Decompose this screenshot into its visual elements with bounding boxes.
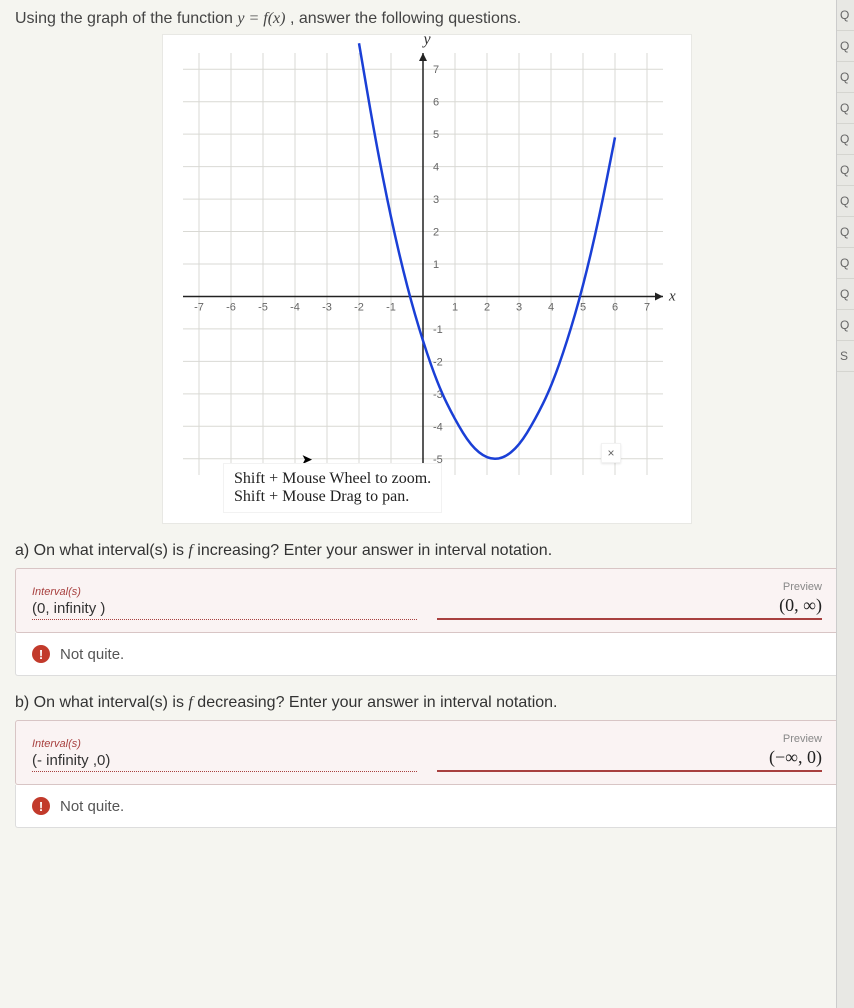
part-b-feedback-text: Not quite.	[60, 798, 124, 815]
svg-text:2: 2	[484, 301, 490, 313]
part-b-field-title: Interval(s)	[32, 738, 417, 750]
nav-item[interactable]: Q	[837, 62, 854, 93]
part-a-field-title: Interval(s)	[32, 586, 417, 598]
nav-item[interactable]: Q	[837, 310, 854, 341]
nav-item[interactable]: Q	[837, 155, 854, 186]
svg-text:-1: -1	[433, 324, 443, 336]
nav-item[interactable]: Q	[837, 0, 854, 31]
svg-text:-7: -7	[194, 301, 204, 313]
part-a-preview-value: (0, ∞)	[437, 595, 822, 620]
part-b-preview-value: (−∞, 0)	[437, 747, 822, 772]
part-a-feedback-text: Not quite.	[60, 646, 124, 663]
nav-item[interactable]: Q	[837, 31, 854, 62]
nav-item[interactable]: Q	[837, 248, 854, 279]
part-a-input[interactable]: (0, infinity )	[32, 600, 417, 620]
svg-text:-2: -2	[433, 356, 443, 368]
svg-text:6: 6	[433, 97, 439, 109]
svg-text:2: 2	[433, 227, 439, 239]
nav-item[interactable]: Q	[837, 279, 854, 310]
hint-pan: Shift + Mouse Drag to pan.	[234, 488, 431, 506]
y-axis-label: y	[423, 31, 430, 49]
svg-text:3: 3	[433, 194, 439, 206]
part-a-answer-card: Interval(s) (0, infinity ) Preview (0, ∞…	[15, 568, 839, 633]
error-icon: !	[32, 645, 50, 663]
part-b-answer-card: Interval(s) (- infinity ,0) Preview (−∞,…	[15, 720, 839, 785]
part-a-label: a) On what interval(s) is f increasing? …	[15, 542, 839, 560]
svg-text:-6: -6	[226, 301, 236, 313]
svg-text:-1: -1	[386, 301, 396, 313]
svg-text:7: 7	[433, 64, 439, 76]
svg-text:-4: -4	[433, 421, 443, 433]
part-b-input[interactable]: (- infinity ,0)	[32, 752, 417, 772]
svg-text:-5: -5	[258, 301, 268, 313]
nav-item[interactable]: S	[837, 341, 854, 372]
svg-text:5: 5	[433, 129, 439, 141]
zoom-pan-hint: Shift + Mouse Wheel to zoom. Shift + Mou…	[223, 463, 442, 513]
question-prompt: Using the graph of the function y = f(x)…	[15, 10, 839, 28]
svg-text:1: 1	[433, 259, 439, 271]
graph-panel[interactable]: y -7-6-5-4-3-2-11234567-5-4-3-2-11234567…	[162, 34, 692, 524]
svg-text:5: 5	[580, 301, 586, 313]
svg-text:7: 7	[644, 301, 650, 313]
graph-plot[interactable]: -7-6-5-4-3-2-11234567-5-4-3-2-11234567x	[163, 35, 693, 495]
prompt-suffix: , answer the following questions.	[290, 10, 521, 27]
nav-item[interactable]: Q	[837, 217, 854, 248]
part-a-preview-label: Preview	[783, 581, 822, 593]
hint-zoom: Shift + Mouse Wheel to zoom.	[234, 470, 431, 488]
svg-text:6: 6	[612, 301, 618, 313]
prompt-func: y = f(x)	[237, 10, 285, 27]
close-icon[interactable]: ×	[601, 443, 621, 463]
prompt-prefix: Using the graph of the function	[15, 10, 237, 27]
svg-text:3: 3	[516, 301, 522, 313]
svg-text:x: x	[668, 288, 676, 304]
svg-text:-4: -4	[290, 301, 300, 313]
part-b-preview-label: Preview	[783, 733, 822, 745]
nav-item[interactable]: Q	[837, 124, 854, 155]
svg-text:4: 4	[433, 162, 439, 174]
nav-item[interactable]: Q	[837, 186, 854, 217]
svg-text:-3: -3	[322, 301, 332, 313]
error-icon: !	[32, 797, 50, 815]
svg-text:-2: -2	[354, 301, 364, 313]
question-nav-rail[interactable]: QQQQQQQQQQQS	[836, 0, 854, 1008]
svg-text:4: 4	[548, 301, 554, 313]
part-a-feedback: ! Not quite.	[15, 633, 839, 676]
part-b-feedback: ! Not quite.	[15, 785, 839, 828]
svg-text:1: 1	[452, 301, 458, 313]
part-b-label: b) On what interval(s) is f decreasing? …	[15, 694, 839, 712]
nav-item[interactable]: Q	[837, 93, 854, 124]
